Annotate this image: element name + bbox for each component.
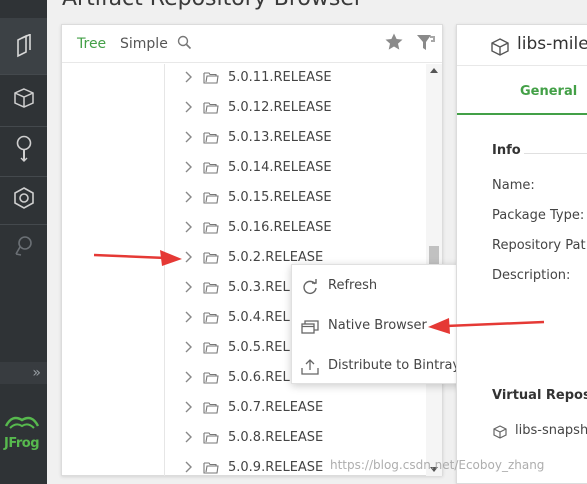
folder-icon xyxy=(203,102,219,114)
star-icon[interactable] xyxy=(384,32,404,52)
folder-icon xyxy=(203,402,219,414)
context-menu-refresh[interactable]: Refresh xyxy=(292,266,479,306)
tree-row[interactable]: 5.0.12.RELEASE xyxy=(62,93,426,123)
field-name-label: Name: xyxy=(492,178,535,193)
tree-row-label: 5.0.15.RELEASE xyxy=(228,190,332,205)
chevron-right-icon[interactable] xyxy=(184,341,193,353)
admin-icon xyxy=(14,236,32,256)
folder-icon xyxy=(203,162,219,174)
tree-row-label: 5.0.13.RELEASE xyxy=(228,130,332,145)
field-package-type-label: Package Type: xyxy=(492,208,585,223)
folder-icon xyxy=(203,282,219,294)
folder-icon xyxy=(203,72,219,84)
field-repository-path-label: Repository Pat xyxy=(492,238,586,253)
folder-icon xyxy=(203,462,219,474)
tree-row[interactable]: 5.0.7.RELEASE xyxy=(62,393,426,423)
refresh-icon xyxy=(303,279,317,294)
nav-packages[interactable] xyxy=(0,70,47,126)
tree-row-label: 5.0.14.RELEASE xyxy=(228,160,332,175)
chevron-right-icon[interactable] xyxy=(184,161,193,173)
left-nav: » JFrog xyxy=(0,0,47,484)
search-icon xyxy=(16,135,31,162)
folder-icon xyxy=(203,342,219,354)
details-panel: libs-mile General Info Name: Package Typ… xyxy=(456,24,587,484)
chevron-right-icon[interactable] xyxy=(184,311,193,323)
info-section-title: Info xyxy=(492,143,521,158)
chevron-right-icon[interactable] xyxy=(184,71,193,83)
double-chevron-right-icon: » xyxy=(32,365,41,381)
package-icon xyxy=(491,38,509,56)
folder-icon xyxy=(203,372,219,384)
tree-panel: Tree Simple 5.0.11.RELEASE 5.0.12.RELEASE… xyxy=(61,24,443,476)
nav-admin[interactable] xyxy=(0,218,47,274)
tab-general[interactable]: General xyxy=(520,84,577,99)
chevron-right-icon[interactable] xyxy=(184,131,193,143)
package-icon xyxy=(13,88,34,108)
distribute-icon xyxy=(301,359,319,375)
page-title: Artifact Repository Browser xyxy=(62,0,363,11)
folder-icon xyxy=(203,192,219,204)
nav-expand-toggle[interactable]: » xyxy=(0,362,47,384)
chevron-right-icon[interactable] xyxy=(184,281,193,293)
native-browser-icon xyxy=(301,320,319,334)
jfrog-logo-text: JFrog xyxy=(4,436,40,451)
tab-simple[interactable]: Simple xyxy=(120,36,168,52)
chevron-right-icon[interactable] xyxy=(184,251,193,263)
chevron-right-icon[interactable] xyxy=(184,221,193,233)
tree-toolbar: Tree Simple xyxy=(62,25,442,63)
tree-row[interactable]: 5.0.13.RELEASE xyxy=(62,123,426,153)
repository-icon xyxy=(493,425,507,439)
tree-row-label: 5.0.7.RELEASE xyxy=(228,400,324,415)
details-header: libs-mile xyxy=(457,25,587,66)
tree-row-label: 5.0.2.RELEASE xyxy=(228,250,324,265)
context-menu-native-browser[interactable]: Native Browser xyxy=(292,306,479,346)
tree-row[interactable]: 5.0.14.RELEASE xyxy=(62,153,426,183)
tree-row-label: 5.0.16.RELEASE xyxy=(228,220,332,235)
tree-row[interactable]: 5.0.15.RELEASE xyxy=(62,183,426,213)
context-menu: Refresh Native Browser Distribute to Bin… xyxy=(291,264,480,384)
tree-row[interactable]: 5.0.11.RELEASE xyxy=(62,64,426,93)
chevron-right-icon[interactable] xyxy=(184,431,193,443)
tree-row[interactable]: 5.0.16.RELEASE xyxy=(62,213,426,243)
tree-row-label: 5.0.12.RELEASE xyxy=(228,100,332,115)
chevron-right-icon[interactable] xyxy=(184,101,193,113)
field-description-label: Description: xyxy=(492,268,571,283)
folder-icon xyxy=(203,132,219,144)
info-section-divider xyxy=(524,153,587,154)
tree-row-label: 5.0.8.RELEASE xyxy=(228,430,324,445)
folder-icon xyxy=(203,222,219,234)
chevron-right-icon[interactable] xyxy=(184,191,193,203)
builds-icon xyxy=(13,187,34,209)
refresh-label: Refresh xyxy=(328,278,378,293)
nav-search[interactable] xyxy=(0,121,47,177)
nav-artifacts[interactable] xyxy=(0,18,47,74)
artifacts-icon xyxy=(16,34,31,58)
folder-icon xyxy=(203,432,219,444)
filter-icon[interactable] xyxy=(416,33,436,53)
folder-icon xyxy=(203,252,219,264)
scroll-up-arrow-icon[interactable] xyxy=(430,68,438,73)
tree-row-label: 5.0.11.RELEASE xyxy=(228,70,332,85)
chevron-right-icon[interactable] xyxy=(184,371,193,383)
tab-general-underline xyxy=(457,113,587,115)
details-title: libs-mile xyxy=(517,34,587,54)
distribute-label: Distribute to Bintray xyxy=(328,358,461,373)
chevron-right-icon[interactable] xyxy=(184,401,193,413)
watermark: https://blog.csdn.net/Ecoboy_zhang xyxy=(330,458,545,472)
tree-row[interactable]: 5.0.8.RELEASE xyxy=(62,423,426,453)
context-menu-distribute[interactable]: Distribute to Bintray xyxy=(292,346,479,386)
search-icon[interactable] xyxy=(177,35,192,50)
tree-row-label: 5.0.9.RELEASE xyxy=(228,460,324,475)
chevron-right-icon[interactable] xyxy=(184,461,193,473)
virtual-repositories-title: Virtual Reposit xyxy=(492,388,587,403)
virtual-repo-link[interactable]: libs-snapsh xyxy=(515,423,587,438)
tab-tree[interactable]: Tree xyxy=(77,36,106,52)
folder-icon xyxy=(203,312,219,324)
native-browser-label: Native Browser xyxy=(328,318,427,333)
